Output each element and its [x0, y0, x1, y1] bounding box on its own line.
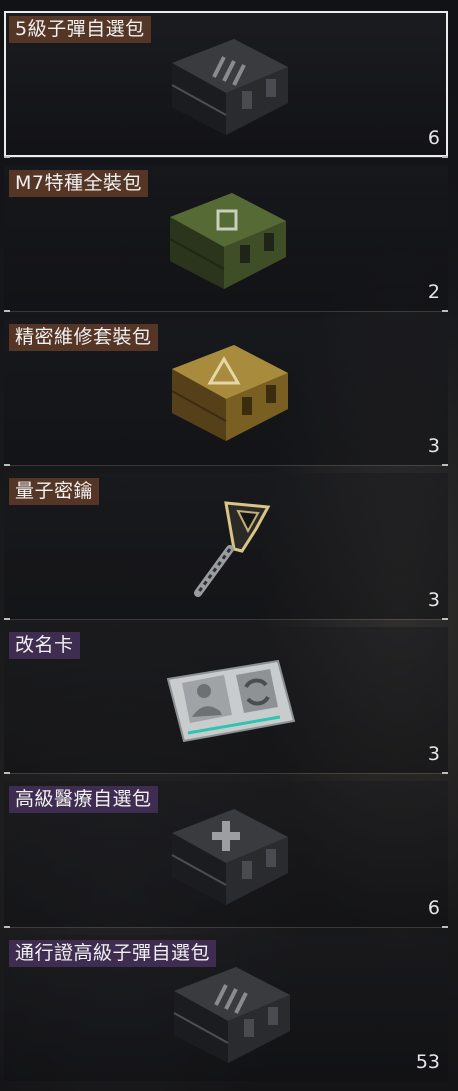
divider — [4, 464, 448, 466]
green-crate-icon — [169, 193, 286, 289]
item-card-repair-kit[interactable]: 精密維修套裝包 3 — [4, 319, 448, 465]
key-icon — [194, 501, 271, 597]
dark-crate-icon — [173, 967, 290, 1063]
item-name: 改名卡 — [9, 632, 80, 659]
item-name: 精密維修套裝包 — [9, 324, 158, 351]
medical-crate-icon — [171, 809, 288, 905]
item-name: 量子密鑰 — [9, 478, 100, 505]
item-quantity: 3 — [427, 743, 440, 765]
rename-card-icon — [166, 659, 296, 743]
item-quantity: 3 — [427, 589, 440, 611]
item-card-pass-ammo-box[interactable]: 通行證高級子彈自選包 53 — [4, 935, 448, 1081]
item-card-ammo-box[interactable]: 5級子彈自選包 6 — [4, 11, 448, 157]
dark-crate-icon — [171, 39, 288, 135]
item-card-m7-kit[interactable]: M7特種全裝包 2 — [4, 165, 448, 311]
item-name: M7特種全裝包 — [9, 170, 148, 197]
divider — [4, 772, 448, 774]
item-quantity: 53 — [415, 1051, 440, 1073]
item-name: 高級醫療自選包 — [9, 786, 158, 813]
divider — [4, 926, 448, 928]
divider — [4, 156, 448, 158]
item-quantity: 6 — [427, 897, 440, 919]
item-name: 5級子彈自選包 — [9, 16, 151, 43]
item-quantity: 2 — [427, 281, 440, 303]
item-quantity: 3 — [427, 435, 440, 457]
divider — [4, 310, 448, 312]
item-card-rename-card[interactable]: 改名卡 3 — [4, 627, 448, 773]
item-card-medical-pack[interactable]: 高級醫療自選包 6 — [4, 781, 448, 927]
gold-crate-icon — [171, 345, 288, 441]
item-list: 5級子彈自選包 6 M7特種全裝包 2 精密維修套裝包 3 量子密鑰 3 改名卡… — [0, 0, 458, 1091]
divider — [4, 618, 448, 620]
item-card-quantum-key[interactable]: 量子密鑰 3 — [4, 473, 448, 619]
item-quantity: 6 — [427, 127, 440, 149]
